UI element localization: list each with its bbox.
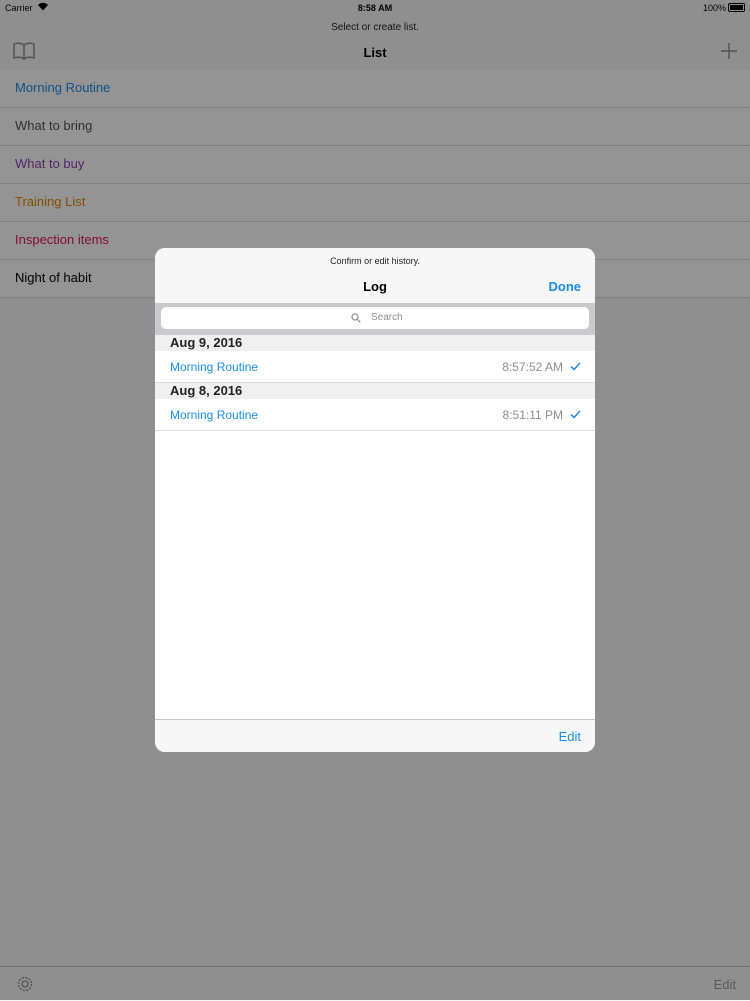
log-row[interactable]: Morning Routine 8:57:52 AM [155, 351, 595, 383]
search-input[interactable]: Search [161, 307, 589, 329]
search-placeholder: Search [371, 312, 403, 323]
log-entry-name: Morning Routine [170, 408, 259, 422]
search-icon [351, 313, 361, 323]
done-button[interactable]: Done [549, 279, 582, 294]
section-header-date: Aug 8, 2016 [155, 383, 595, 399]
search-bar: Search [155, 303, 595, 335]
modal-title: Log [363, 279, 387, 294]
modal-prompt: Confirm or edit history. [330, 256, 420, 266]
checkmark-icon [570, 362, 581, 371]
log-entry-time: 8:57:52 AM [502, 360, 563, 374]
log-row[interactable]: Morning Routine 8:51:11 PM [155, 399, 595, 431]
checkmark-icon [570, 410, 581, 419]
modal-footer: Edit [155, 719, 595, 752]
modal-header: Confirm or edit history. Log Done [155, 248, 595, 303]
log-entry-name: Morning Routine [170, 360, 259, 374]
modal-edit-button[interactable]: Edit [559, 729, 581, 744]
log-entry-time: 8:51:11 PM [502, 408, 563, 422]
section-header-date: Aug 9, 2016 [155, 335, 595, 351]
log-modal: Confirm or edit history. Log Done Search… [155, 248, 595, 752]
